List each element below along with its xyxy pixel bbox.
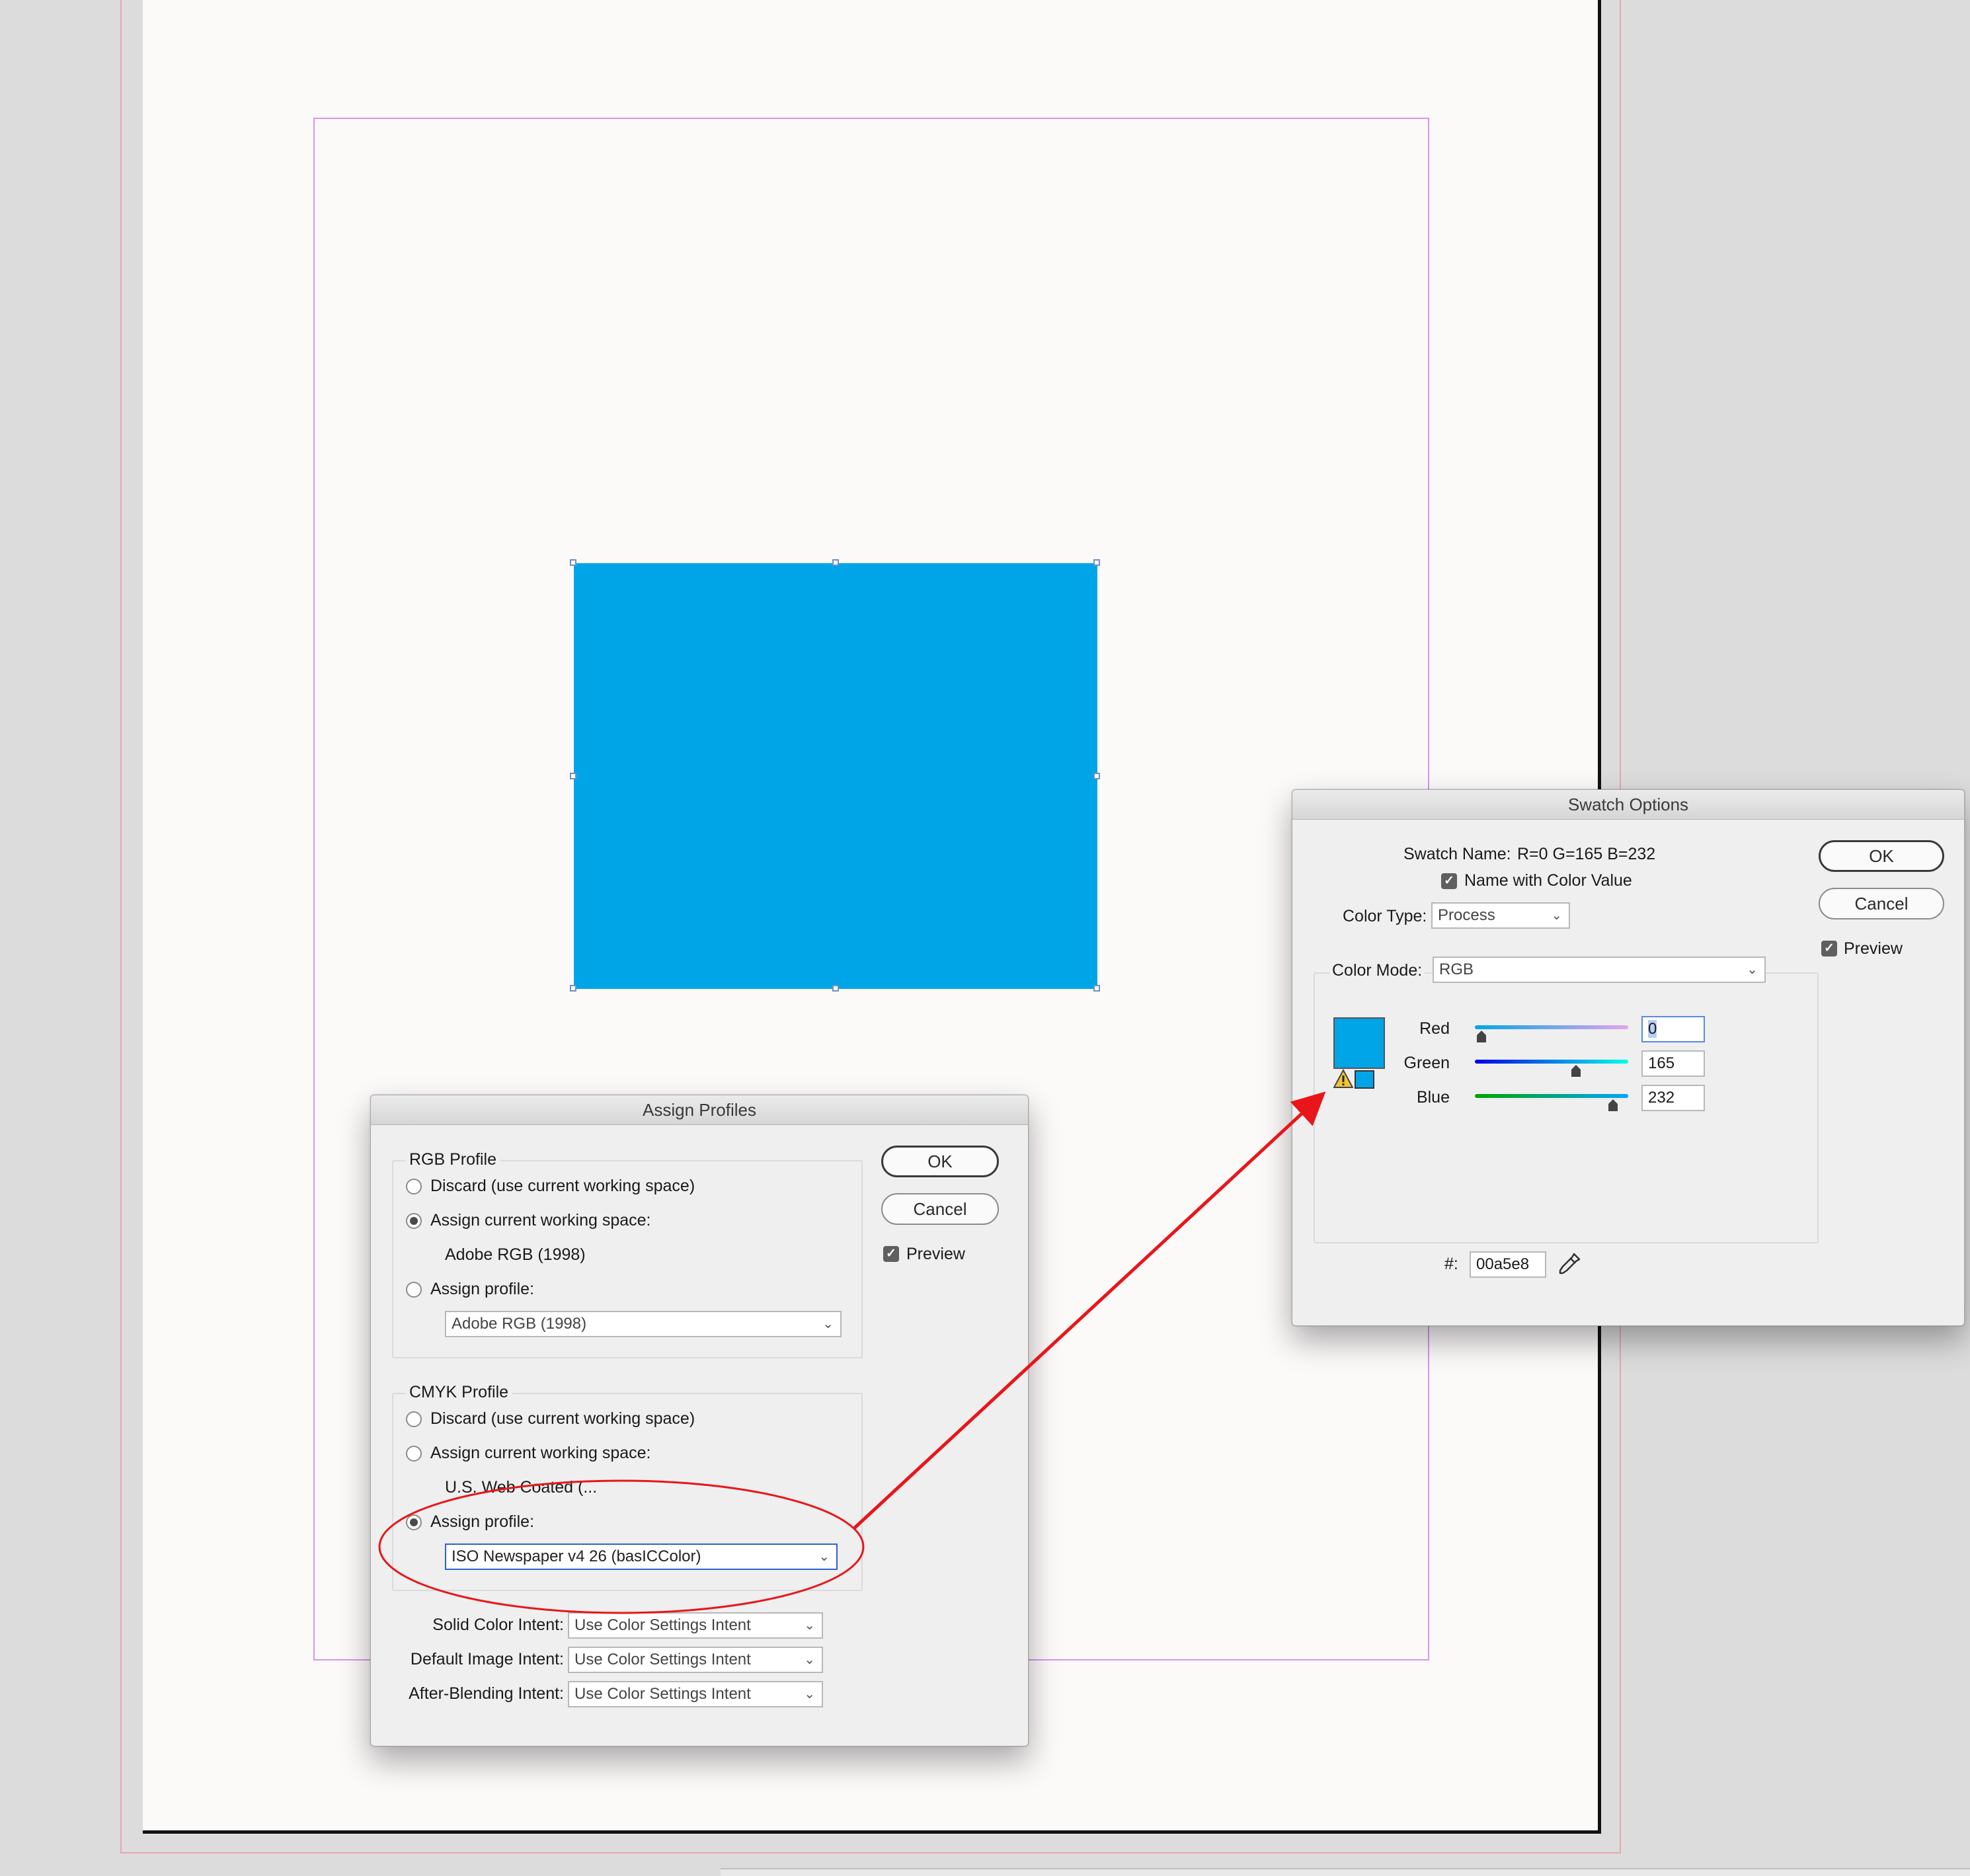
color-type-label: Color Type: [1343,907,1427,925]
resize-handle[interactable] [1093,773,1100,779]
green-value-input[interactable]: 165 [1641,1050,1705,1077]
green-slider-knob[interactable] [1571,1065,1581,1077]
rgb-assign-profile-label[interactable]: Assign profile: [430,1279,534,1299]
resize-handle[interactable] [832,559,839,566]
cmyk-assign-current-radio[interactable] [406,1446,422,1462]
hex-value-input[interactable]: 00a5e8 [1470,1251,1546,1278]
eyedropper-icon[interactable] [1556,1251,1582,1278]
rgb-discard-radio[interactable] [406,1179,422,1194]
selected-rectangle[interactable] [570,559,1100,992]
dialog-title: Swatch Options [1292,790,1964,820]
color-mode-label: Color Mode: [1329,960,1425,980]
resize-handle[interactable] [570,773,576,779]
after-blending-intent-label: After-Blending Intent: [409,1684,564,1703]
preview-checkbox[interactable]: ✓ [1821,941,1837,957]
rgb-discard-label[interactable]: Discard (use current working space) [430,1176,695,1196]
cancel-button[interactable]: Cancel [881,1193,999,1225]
resize-handle[interactable] [570,559,576,566]
cmyk-discard-radio[interactable] [406,1411,422,1427]
name-with-value-checkbox[interactable]: ✓ [1441,873,1457,889]
swatch-name-value: R=0 G=165 B=232 [1517,845,1656,863]
out-of-gamut-warning-icon[interactable] [1333,1068,1354,1089]
name-with-value-label[interactable]: Name with Color Value [1464,871,1632,890]
after-blending-intent-select[interactable]: Use Color Settings Intent ⌄ [568,1681,823,1707]
color-type-select[interactable]: Process ⌄ [1431,902,1570,929]
blue-value-input[interactable]: 232 [1641,1085,1705,1111]
preview-checkbox[interactable]: ✓ [883,1246,899,1262]
green-slider-track[interactable] [1475,1060,1628,1064]
chevron-down-icon: ⌄ [804,1653,815,1667]
cmyk-current-space: U.S. Web Coated (... [445,1478,598,1497]
chevron-down-icon: ⌄ [804,1618,815,1633]
assign-profiles-dialog: Assign Profiles RGB Profile Discard (use… [370,1095,1029,1746]
color-mode-select[interactable]: RGB ⌄ [1433,957,1766,983]
cancel-button[interactable]: Cancel [1819,888,1944,919]
cmyk-profile-select[interactable]: ISO Newspaper v4 26 (basICColor) ⌄ [445,1544,838,1570]
rgb-profile-select[interactable]: Adobe RGB (1998) ⌄ [445,1311,842,1337]
red-value-input[interactable]: 0 [1641,1016,1705,1042]
ok-button[interactable]: OK [881,1146,999,1177]
red-slider-knob[interactable] [1477,1031,1486,1042]
color-mode-group [1314,972,1819,1243]
green-label: Green [1403,1054,1450,1072]
resize-handle[interactable] [1093,559,1100,566]
blue-label: Blue [1416,1088,1450,1107]
cmyk-profile-legend: CMYK Profile [405,1382,513,1402]
preview-label[interactable]: Preview [906,1244,965,1264]
chevron-down-icon: ⌄ [1551,908,1562,923]
cmyk-assign-current-label[interactable]: Assign current working space: [430,1443,650,1463]
default-image-intent-select[interactable]: Use Color Settings Intent ⌄ [568,1647,823,1673]
color-preview-swatch [1333,1017,1385,1069]
resize-handle[interactable] [1093,985,1100,992]
swatch-name-label: Swatch Name: [1403,845,1511,863]
default-image-intent-label: Default Image Intent: [410,1650,564,1668]
chevron-down-icon: ⌄ [818,1549,830,1564]
cmyk-assign-profile-label[interactable]: Assign profile: [430,1512,534,1532]
chevron-down-icon: ⌄ [1747,962,1758,977]
rgb-assign-current-radio[interactable] [406,1213,422,1229]
chevron-down-icon: ⌄ [822,1317,834,1331]
cmyk-assign-profile-radio[interactable] [406,1514,422,1530]
ok-button[interactable]: OK [1819,840,1944,872]
dialog-title: Assign Profiles [371,1095,1028,1125]
red-label: Red [1419,1019,1450,1038]
chevron-down-icon: ⌄ [804,1687,815,1701]
rgb-profile-legend: RGB Profile [405,1150,500,1169]
scrollbar-track [721,1868,1970,1876]
rgb-assign-profile-radio[interactable] [406,1282,422,1298]
rgb-assign-current-label[interactable]: Assign current working space: [430,1210,650,1230]
blue-slider-track[interactable] [1475,1094,1628,1098]
blue-slider-knob[interactable] [1608,1099,1618,1111]
solid-color-intent-label: Solid Color Intent: [432,1616,564,1634]
resize-handle[interactable] [570,985,576,992]
hex-label: #: [1444,1255,1458,1273]
solid-color-intent-select[interactable]: Use Color Settings Intent ⌄ [568,1612,823,1639]
gamut-swatch-icon[interactable] [1355,1070,1374,1089]
swatch-options-dialog: Swatch Options Swatch Name: R=0 G=165 B=… [1292,789,1965,1326]
cmyk-discard-label[interactable]: Discard (use current working space) [430,1409,695,1428]
preview-label[interactable]: Preview [1844,939,1903,958]
rgb-current-space: Adobe RGB (1998) [445,1245,586,1264]
red-slider-track[interactable] [1475,1025,1628,1029]
resize-handle[interactable] [832,985,839,992]
